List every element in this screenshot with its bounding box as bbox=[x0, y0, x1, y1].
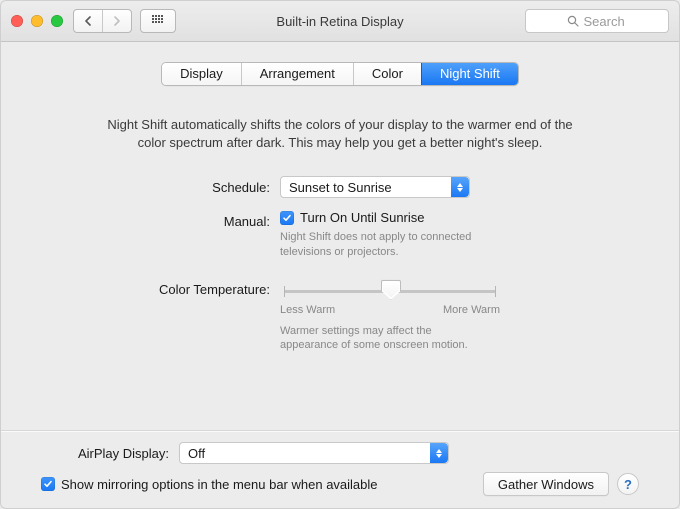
chevron-left-icon bbox=[84, 16, 92, 26]
airplay-popup-value: Off bbox=[188, 446, 205, 461]
manual-checkbox-label: Turn On Until Sunrise bbox=[300, 210, 425, 225]
window: Built-in Retina Display Display Arrangem… bbox=[0, 0, 680, 509]
search-field[interactable] bbox=[525, 9, 669, 33]
grid-icon bbox=[152, 15, 164, 27]
airplay-label: AirPlay Display: bbox=[41, 446, 179, 461]
popup-arrows-icon bbox=[451, 177, 469, 197]
gather-windows-button[interactable]: Gather Windows bbox=[483, 472, 609, 496]
footer: AirPlay Display: Off Show mirroring opti… bbox=[27, 432, 653, 508]
color-temp-note: Warmer settings may affect the appearanc… bbox=[280, 324, 500, 354]
help-icon: ? bbox=[624, 477, 632, 492]
manual-checkbox-row[interactable]: Turn On Until Sunrise bbox=[280, 210, 425, 225]
manual-label: Manual: bbox=[100, 210, 280, 229]
slider-tick-max bbox=[495, 286, 496, 297]
schedule-row: Schedule: Sunset to Sunrise bbox=[100, 176, 580, 198]
color-temp-row: Color Temperature: Less Warm More Warm W… bbox=[100, 272, 580, 354]
popup-arrows-icon bbox=[430, 443, 448, 463]
manual-checkbox[interactable] bbox=[280, 211, 294, 225]
manual-note: Night Shift does not apply to connected … bbox=[280, 230, 500, 260]
chevron-right-icon bbox=[113, 16, 121, 26]
tab-display[interactable]: Display bbox=[162, 63, 241, 85]
mirroring-checkbox-row[interactable]: Show mirroring options in the menu bar w… bbox=[41, 477, 378, 492]
traffic-lights bbox=[11, 15, 63, 27]
forward-button[interactable] bbox=[102, 10, 131, 32]
tab-arrangement[interactable]: Arrangement bbox=[241, 63, 353, 85]
zoom-window-button[interactable] bbox=[51, 15, 63, 27]
airplay-popup[interactable]: Off bbox=[179, 442, 449, 464]
titlebar: Built-in Retina Display bbox=[1, 1, 679, 42]
show-all-button[interactable] bbox=[140, 9, 176, 33]
mirroring-checkbox-label: Show mirroring options in the menu bar w… bbox=[61, 477, 378, 492]
color-temp-slider[interactable] bbox=[280, 278, 500, 306]
tab-night-shift[interactable]: Night Shift bbox=[421, 63, 518, 85]
description-line: color spectrum after dark. This may help… bbox=[39, 134, 641, 152]
tab-color[interactable]: Color bbox=[353, 63, 421, 85]
search-icon bbox=[567, 15, 579, 27]
nav-back-forward bbox=[73, 9, 132, 33]
color-temp-label: Color Temperature: bbox=[100, 272, 280, 297]
footer-bottom-row: Show mirroring options in the menu bar w… bbox=[41, 472, 639, 496]
schedule-label: Schedule: bbox=[100, 176, 280, 195]
checkmark-icon bbox=[282, 213, 292, 223]
slider-thumb[interactable] bbox=[381, 280, 401, 300]
content: Display Arrangement Color Night Shift Ni… bbox=[1, 42, 679, 508]
search-input[interactable] bbox=[584, 14, 628, 29]
airplay-row: AirPlay Display: Off bbox=[41, 442, 639, 464]
back-button[interactable] bbox=[74, 10, 102, 32]
night-shift-description: Night Shift automatically shifts the col… bbox=[27, 116, 653, 152]
close-window-button[interactable] bbox=[11, 15, 23, 27]
schedule-popup-value: Sunset to Sunrise bbox=[289, 180, 392, 195]
help-button[interactable]: ? bbox=[617, 473, 639, 495]
mirroring-checkbox[interactable] bbox=[41, 477, 55, 491]
checkmark-icon bbox=[43, 479, 53, 489]
minimize-window-button[interactable] bbox=[31, 15, 43, 27]
description-line: Night Shift automatically shifts the col… bbox=[39, 116, 641, 134]
tab-bar: Display Arrangement Color Night Shift bbox=[161, 62, 519, 86]
night-shift-form: Schedule: Sunset to Sunrise Manual: bbox=[100, 176, 580, 357]
slider-tick-min bbox=[284, 286, 285, 297]
manual-row: Manual: Turn On Until Sunrise Night Shif… bbox=[100, 210, 580, 259]
schedule-popup[interactable]: Sunset to Sunrise bbox=[280, 176, 470, 198]
